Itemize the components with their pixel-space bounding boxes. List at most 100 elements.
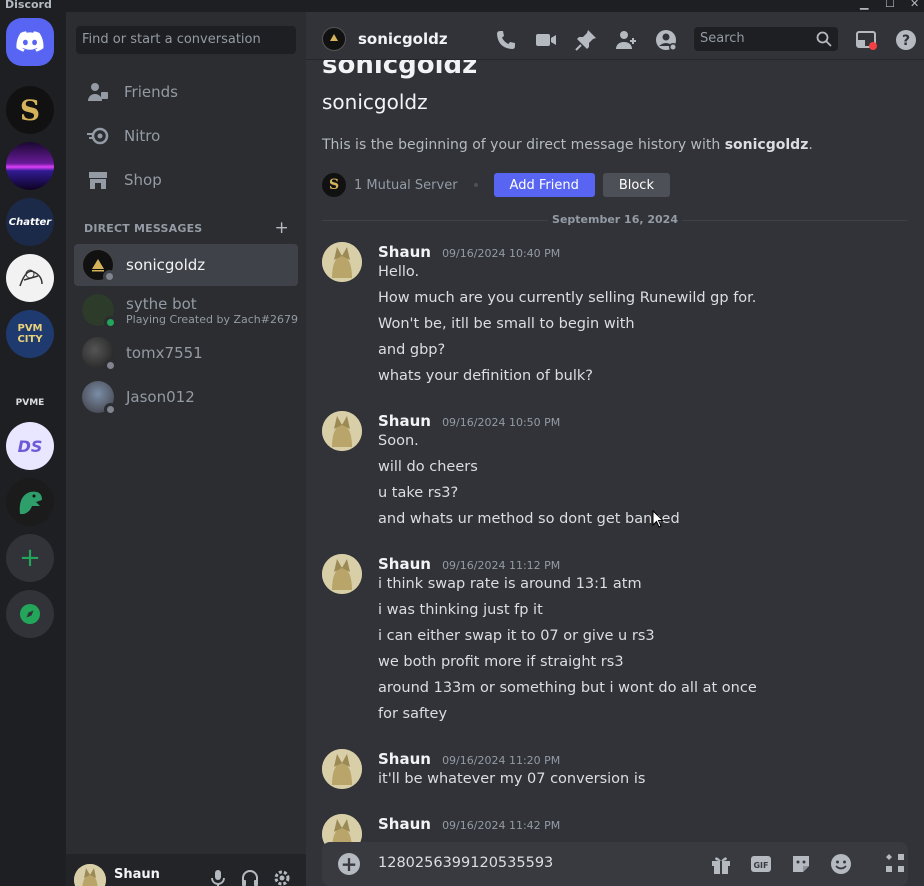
avatar[interactable] <box>322 749 362 789</box>
search-input[interactable]: Search <box>694 27 838 51</box>
server-gold-s[interactable]: S <box>6 86 54 134</box>
svg-text:GIF: GIF <box>753 861 768 870</box>
server-ds[interactable]: DS <box>6 422 54 470</box>
nav-shop[interactable]: Shop <box>74 160 298 200</box>
cat-avatar-icon <box>322 749 362 789</box>
dm-item-jason012[interactable]: Jason012 <box>74 376 298 418</box>
server-letter: PVM CITY <box>17 323 43 345</box>
create-dm-button[interactable]: + <box>275 218 289 238</box>
dm-item-sonicgoldz[interactable]: sonicgoldz <box>74 244 298 286</box>
user-name: Shaun <box>114 867 160 882</box>
server-letter: S <box>19 93 41 127</box>
date-divider: September 16, 2024 <box>322 213 908 226</box>
settings-gear-icon[interactable] <box>272 868 292 886</box>
server-chatter[interactable]: Chatter <box>6 198 54 246</box>
emoji-icon[interactable] <box>830 853 852 875</box>
dm-activity: Playing Created by Zach#2679 <box>126 312 298 326</box>
maximize-button[interactable]: ☐ <box>885 0 895 10</box>
message-author[interactable]: Shaun <box>378 555 431 573</box>
explore-servers-button[interactable] <box>6 590 54 638</box>
microphone-icon[interactable] <box>208 868 228 886</box>
message-timestamp: 09/16/2024 11:20 PM <box>442 754 561 767</box>
message-header: Shaun 09/16/2024 10:40 PM <box>378 242 560 261</box>
gold-logo-icon <box>330 34 338 41</box>
svg-text:?: ? <box>902 33 910 49</box>
dm-text: sythe bot Playing Created by Zach#2679 <box>126 295 298 326</box>
server-pvme[interactable]: PVME <box>6 366 54 414</box>
apps-icon[interactable] <box>884 852 906 874</box>
dm-item-tomx7551[interactable]: tomx7551 <box>74 332 298 374</box>
dm-item-sythe-bot[interactable]: sythe bot Playing Created by Zach#2679 <box>74 290 298 330</box>
voice-call-icon[interactable] <box>494 28 518 52</box>
server-pvm-city[interactable]: PVM CITY <box>6 310 54 358</box>
dm-name: Jason012 <box>126 388 195 406</box>
upload-plus-icon[interactable]: + <box>338 853 360 875</box>
message-text: and gbp? <box>378 342 446 358</box>
chat-main: sonicgoldz Search ? sonicgoldz sonicgold… <box>306 12 924 886</box>
avatar[interactable] <box>322 554 362 594</box>
add-friends-to-dm-icon[interactable] <box>614 28 638 52</box>
message-text: whats your definition of bulk? <box>378 368 593 384</box>
find-conversation-input[interactable]: Find or start a conversation <box>76 26 296 54</box>
nav-nitro[interactable]: Nitro <box>74 116 298 156</box>
message-author[interactable]: Shaun <box>378 412 431 430</box>
message-text: it'll be whatever my 07 conversion is <box>378 771 646 787</box>
dm-sidebar: Find or start a conversation Friends Nit… <box>66 12 306 886</box>
avatar[interactable] <box>322 411 362 451</box>
close-button[interactable]: ✕ <box>910 0 919 10</box>
server-letter: Chatter <box>8 216 52 228</box>
message-author[interactable]: Shaun <box>378 243 431 261</box>
message-author[interactable]: Shaun <box>378 750 431 768</box>
server-neon[interactable] <box>6 142 54 190</box>
message-timestamp: 09/16/2024 11:12 PM <box>442 559 561 572</box>
composer-text[interactable]: 1280256399120535593 <box>378 855 553 871</box>
server-dino[interactable] <box>6 478 54 526</box>
minimize-button[interactable]: ▁ <box>860 0 868 10</box>
help-icon[interactable]: ? <box>894 28 918 52</box>
sticker-icon[interactable] <box>790 853 812 875</box>
message-composer[interactable]: + 1280256399120535593 GIF <box>322 842 908 886</box>
gif-icon[interactable]: GIF <box>750 853 772 875</box>
message-text: i was thinking just fp it <box>378 602 543 618</box>
nitro-icon <box>87 127 109 145</box>
headphones-icon[interactable] <box>240 868 260 886</box>
message-timestamp: 09/16/2024 10:40 PM <box>442 247 561 260</box>
user-panel: Shaun <box>66 854 306 886</box>
avatar[interactable] <box>322 27 346 51</box>
mutual-server-icon[interactable]: S <box>322 173 346 197</box>
chat-recipient-name[interactable]: sonicgoldz <box>358 30 448 48</box>
gift-icon[interactable] <box>710 853 732 875</box>
avatar <box>82 249 116 283</box>
video-call-icon[interactable] <box>534 28 558 52</box>
add-friend-button[interactable]: Add Friend <box>493 173 595 197</box>
search-placeholder: Search <box>700 31 745 46</box>
avatar[interactable] <box>74 864 106 886</box>
discord-app: Discord ▁ ☐ ✕ S Chatter PVM CITY PVME DS <box>0 0 924 886</box>
message-author[interactable]: Shaun <box>378 815 431 833</box>
dm-name: tomx7551 <box>126 344 203 362</box>
message-header: Shaun 09/16/2024 10:50 PM <box>378 411 560 430</box>
inbox-icon[interactable] <box>854 28 878 52</box>
message-text: and whats ur method so dont get banned <box>378 511 680 527</box>
add-server-button[interactable]: + <box>6 534 54 582</box>
avatar[interactable] <box>322 242 362 282</box>
intro-heading: sonicgoldz <box>322 90 428 114</box>
home-button[interactable] <box>6 18 54 66</box>
user-profile-icon[interactable] <box>654 28 678 52</box>
message-text: around 133m or something but i wont do a… <box>378 680 757 696</box>
nav-friends[interactable]: Friends <box>74 72 298 112</box>
message-text: Soon. <box>378 433 419 449</box>
friends-icon <box>88 83 108 101</box>
message-text: Won't be, itll be small to begin with <box>378 316 635 332</box>
message-header: Shaun 09/16/2024 11:42 PM <box>378 814 560 833</box>
server-letter: DS <box>17 436 43 456</box>
title-bar: Discord ▁ ☐ ✕ <box>0 0 924 12</box>
pin-icon[interactable] <box>574 28 598 52</box>
avatar <box>82 337 117 372</box>
cat-avatar-icon <box>322 554 362 594</box>
server-rail: S Chatter PVM CITY PVME DS + <box>0 12 64 886</box>
block-button[interactable]: Block <box>602 173 670 197</box>
mutual-servers-link[interactable]: 1 Mutual Server <box>354 178 458 193</box>
mouse-cursor-icon <box>652 510 664 528</box>
server-sketch[interactable] <box>6 254 54 302</box>
